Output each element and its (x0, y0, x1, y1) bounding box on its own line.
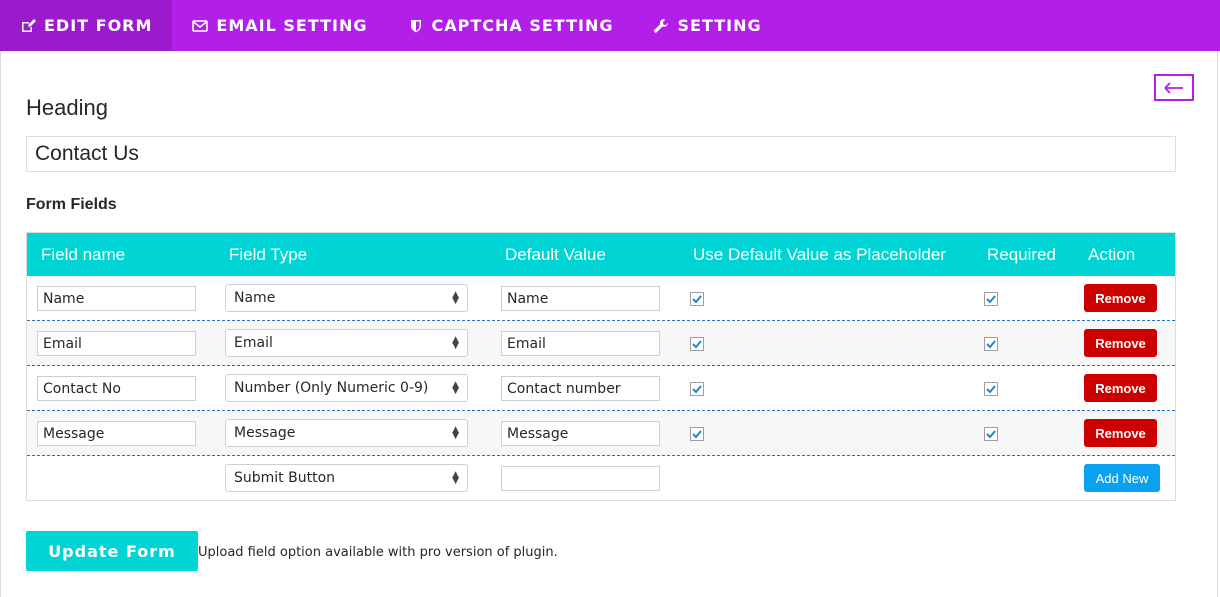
field-type-select[interactable]: Submit Button ▲ ▼ (225, 464, 468, 492)
heading-input[interactable] (26, 136, 1176, 172)
wrench-icon (654, 18, 669, 33)
add-new-button[interactable]: Add New (1084, 464, 1160, 492)
back-button[interactable] (1154, 74, 1194, 101)
column-header: Field name (41, 245, 126, 264)
tab-label: EMAIL SETTING (216, 16, 368, 35)
select-arrows-icon: ▲ ▼ (452, 470, 459, 486)
required-checkbox[interactable] (984, 427, 998, 441)
table-row: Name ▲▼ Remove (27, 276, 1175, 321)
update-form-button[interactable]: Update Form (26, 531, 198, 571)
arrow-left-icon (1164, 81, 1183, 94)
heading-label: Heading (26, 95, 108, 120)
column-header: Action (1088, 245, 1136, 264)
table-header: Field name Field Type Default Value Use … (27, 233, 1175, 276)
placeholder-checkbox[interactable] (690, 292, 704, 306)
default-value-input[interactable] (501, 421, 660, 446)
column-header: Default Value (505, 245, 606, 264)
placeholder-checkbox[interactable] (690, 427, 704, 441)
tab-label: EDIT FORM (44, 16, 153, 35)
edit-icon (22, 18, 36, 32)
default-value-input[interactable] (501, 466, 660, 491)
checkmark-icon (692, 385, 702, 394)
column-header: Required (987, 245, 1056, 264)
form-fields-table: Field name Field Type Default Value Use … (26, 232, 1176, 501)
column-header: Field Type (229, 245, 308, 264)
field-name-input[interactable] (37, 376, 196, 401)
tab-email-setting[interactable]: EMAIL SETTING (172, 0, 387, 51)
required-checkbox[interactable] (984, 382, 998, 396)
checkmark-icon (986, 340, 996, 349)
select-arrows-icon: ▲ ▼ (452, 425, 459, 441)
pro-version-note: Upload field option available with pro v… (198, 545, 558, 560)
form-fields-title: Form Fields (26, 196, 117, 213)
selected-value: Submit Button (234, 470, 336, 486)
checkmark-icon (692, 340, 702, 349)
placeholder-checkbox[interactable] (690, 337, 704, 351)
table-row-new: Submit Button ▲ ▼ Add New (27, 456, 1175, 501)
placeholder-checkbox[interactable] (690, 382, 704, 396)
default-value-input[interactable] (501, 286, 660, 311)
column-header: Use Default Value as Placeholder (693, 245, 946, 264)
table-row: Message ▲▼ Remove (27, 411, 1175, 456)
selected-value: Email (234, 335, 273, 351)
table-row: Email ▲▼ Remove (27, 321, 1175, 366)
selected-value: Message (234, 425, 296, 441)
select-arrows-icon: ▲ ▼ (452, 380, 459, 396)
tab-edit-form[interactable]: EDIT FORM (0, 0, 173, 51)
field-type-select[interactable]: Name ▲ ▼ (225, 284, 468, 312)
field-name-input[interactable] (37, 286, 196, 311)
remove-button[interactable]: Remove (1084, 329, 1157, 357)
checkmark-icon (986, 430, 996, 439)
selected-value: Number (Only Numeric 0-9) (234, 380, 429, 396)
select-arrows-icon: ▲ ▼ (452, 290, 459, 306)
tab-setting[interactable]: SETTING (633, 0, 781, 51)
selected-value: Name (234, 290, 276, 306)
tab-label: CAPTCHA SETTING (431, 16, 614, 35)
field-type-select[interactable]: Email ▲ ▼ (225, 329, 468, 357)
checkmark-icon (692, 295, 702, 304)
default-value-input[interactable] (501, 331, 660, 356)
select-arrows-icon: ▲ ▼ (452, 335, 459, 351)
envelope-icon (192, 19, 209, 32)
required-checkbox[interactable] (984, 337, 998, 351)
checkmark-icon (986, 385, 996, 394)
field-name-input[interactable] (37, 421, 196, 446)
remove-button[interactable]: Remove (1084, 419, 1157, 447)
default-value-input[interactable] (501, 376, 660, 401)
checkmark-icon (692, 430, 702, 439)
shield-icon (410, 19, 421, 32)
field-type-select[interactable]: Message ▲ ▼ (225, 419, 468, 447)
checkmark-icon (986, 295, 996, 304)
field-name-input[interactable] (37, 331, 196, 356)
remove-button[interactable]: Remove (1084, 284, 1157, 312)
top-tab-bar: EDIT FORM EMAIL SETTING CAPTCHA SETTING … (0, 0, 1220, 51)
required-checkbox[interactable] (984, 292, 998, 306)
tab-captcha-setting[interactable]: CAPTCHA SETTING (388, 0, 634, 51)
tab-label: SETTING (677, 16, 762, 35)
field-type-select[interactable]: Number (Only Numeric 0-9) ▲ ▼ (225, 374, 468, 402)
table-row: Number (Only Numeric 0-9) ▲▼ Remove (27, 366, 1175, 411)
remove-button[interactable]: Remove (1084, 374, 1157, 402)
